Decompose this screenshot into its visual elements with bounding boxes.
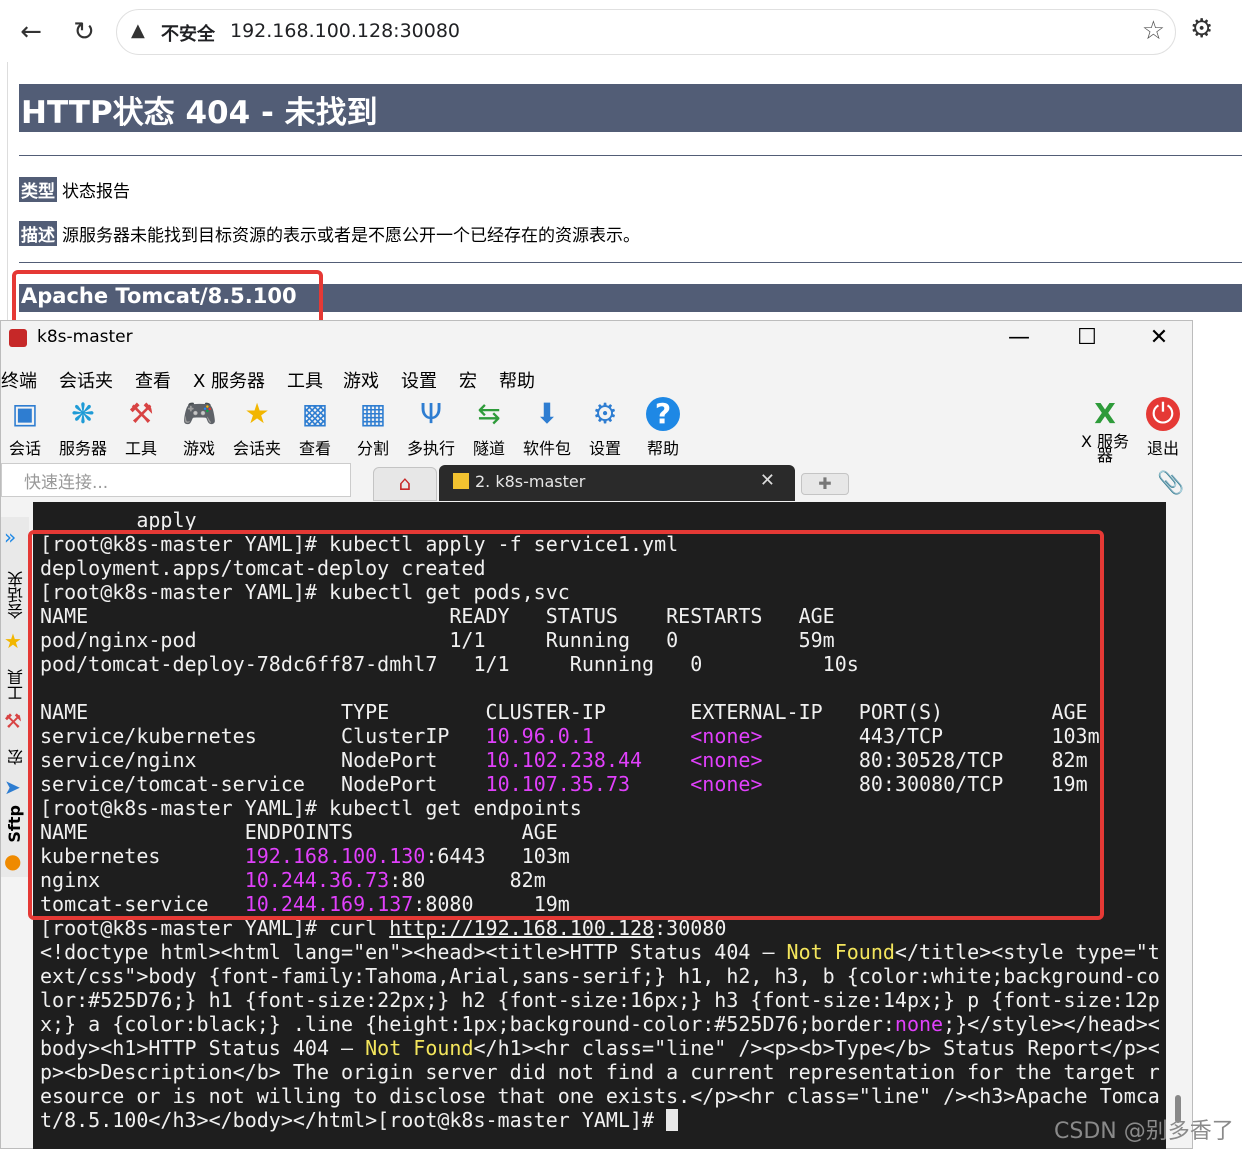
toolbar-packages-button[interactable]: ⬇ 软件包 [519, 393, 575, 459]
servers-icon: ❋ [71, 397, 95, 430]
watermark: CSDN @别多香了 [1054, 1119, 1234, 1144]
reload-icon[interactable]: ↻ [66, 14, 102, 50]
menu-view[interactable]: 查看 [135, 367, 171, 393]
send-icon: ➤ [4, 775, 21, 799]
quick-connect-placeholder: 快速连接... [24, 473, 109, 493]
terminal-tab-icon [453, 473, 469, 489]
address-bar[interactable]: ▲ 不安全 192.168.100.128:30080 ☆ [116, 9, 1176, 55]
new-tab-button[interactable]: ✚ [801, 473, 849, 495]
toolbar-tools-button[interactable]: ⚒ 工具 [113, 393, 169, 459]
toolbar-servers-button[interactable]: ❋ 服务器 [55, 393, 111, 459]
description-value: 源服务器未能找到目标资源的表示或者是不愿公开一个已经存在的资源表示。 [62, 226, 640, 246]
toolbar-games-button[interactable]: 🎮 游戏 [171, 393, 227, 459]
insecure-label: 不安全 [161, 24, 215, 45]
description-label: 描述 [19, 221, 57, 246]
toolbar-label: 设置 [588, 439, 621, 458]
fork-icon: Ψ [419, 397, 443, 430]
toolbar-label: 帮助 [646, 439, 679, 458]
menu-macros[interactable]: 宏 [459, 367, 477, 393]
title-bar: k8s-master — ☐ ✕ [1, 321, 1192, 361]
toolbar-help-button[interactable]: ? 帮助 [635, 393, 691, 459]
menu-settings[interactable]: 设置 [401, 367, 437, 393]
power-icon: ⏻ [1146, 397, 1180, 431]
divider [19, 155, 1242, 156]
back-icon[interactable]: ← [13, 14, 49, 50]
toolbar-exit-button[interactable]: ⏻ 退出 [1135, 393, 1191, 459]
double-chevron-icon[interactable]: » [4, 525, 16, 549]
toolbar-label: 工具 [124, 439, 157, 458]
toolbar-xserver-button[interactable]: XX 服务器 [1077, 393, 1133, 465]
monitor-icon: ▣ [11, 397, 39, 430]
plus-icon: ✚ [818, 474, 832, 493]
home-tab[interactable]: ⌂ [373, 467, 437, 501]
toolbar-tunnel-button[interactable]: ⇆ 隧道 [461, 393, 517, 459]
app-icon [9, 329, 27, 347]
side-sftp-tab[interactable]: Sftp [5, 805, 24, 843]
maximize-icon[interactable]: ☐ [1067, 325, 1107, 350]
toolbar-sessions-button[interactable]: ★ 会话夹 [229, 393, 285, 459]
annotation-box-output [28, 530, 1104, 920]
side-tools-tab[interactable]: 工具 [5, 669, 29, 701]
paperclip-icon[interactable]: 📎 [1157, 471, 1184, 496]
toolbar-label: 分割 [356, 439, 389, 458]
close-tab-icon[interactable]: ✕ [760, 470, 775, 491]
toolbar-label: 服务器 [58, 439, 107, 458]
window-title: k8s-master [37, 327, 133, 347]
toolbar-label: 多执行 [406, 439, 455, 458]
split-icon: ▦ [359, 397, 387, 430]
xserver-icon: X [1094, 397, 1116, 430]
view-icon: ▩ [301, 397, 329, 430]
toolbar: ▣ 会话 ❋ 服务器 ⚒ 工具 🎮 游戏 ★ 会话夹 ▩ 查看 ▦ 分割 Ψ 多执行 ⇆ 隧道 ⬇… [0, 393, 1192, 465]
quick-connect-input[interactable]: 快速连接... [1, 463, 351, 497]
page-title: HTTP状态 404 - 未找到 [21, 95, 378, 131]
session-tab-label: 2. k8s-master [475, 472, 586, 491]
package-icon: ⬇ [535, 397, 559, 430]
side-macros-tab[interactable]: 宏 [5, 749, 29, 765]
menu-games[interactable]: 游戏 [343, 367, 379, 393]
toolbar-label: 软件包 [522, 439, 571, 458]
toolbar-label: 会话夹 [232, 439, 281, 458]
close-icon[interactable]: ✕ [1139, 325, 1179, 350]
gamepad-icon: 🎮 [182, 397, 217, 430]
side-panel: » 会话夹 ★ 工具 ⚒ 宏 ➤ Sftp ● [1, 517, 29, 877]
session-tab[interactable]: 2. k8s-master ✕ [439, 465, 795, 501]
star-icon: ★ [4, 629, 22, 653]
help-icon: ? [646, 397, 680, 431]
toolbar-settings-button[interactable]: ⚙ 设置 [577, 393, 633, 459]
star-icon: ★ [244, 397, 270, 430]
toolbar-label: 隧道 [472, 439, 505, 458]
url-text: 192.168.100.128:30080 [230, 20, 461, 42]
home-icon: ⌂ [398, 471, 412, 495]
tools-icon: ⚒ [128, 397, 154, 430]
browser-toolbar: ← ↻ ▲ 不安全 192.168.100.128:30080 ☆ ⚙ [0, 0, 1242, 60]
menu-xserver[interactable]: X 服务器 [193, 367, 265, 393]
side-sessions-tab[interactable]: 会话夹 [5, 571, 29, 619]
toolbar-label: 查看 [298, 439, 331, 458]
minimize-icon[interactable]: — [999, 325, 1039, 350]
sftp-icon: ● [4, 849, 22, 873]
menu-tools[interactable]: 工具 [287, 367, 323, 393]
gear-icon: ⚙ [592, 397, 618, 430]
menu-sessions[interactable]: 会话夹 [59, 367, 113, 393]
exit-label: 退出 [1146, 439, 1179, 458]
warning-icon: ▲ [131, 20, 145, 41]
tools-icon: ⚒ [4, 709, 22, 733]
bookmark-star-icon[interactable]: ☆ [1142, 16, 1165, 46]
toolbar-split-button[interactable]: ▦ 分割 [345, 393, 401, 459]
toolbar-view-button[interactable]: ▩ 查看 [287, 393, 343, 459]
menu-bar: 终端 会话夹 查看 X 服务器 工具 游戏 设置 宏 帮助 [1, 363, 1192, 393]
menu-help[interactable]: 帮助 [499, 367, 535, 393]
toolbar-session-button[interactable]: ▣ 会话 [0, 393, 53, 459]
xserver-label: X 服务器 [1080, 432, 1130, 465]
toolbar-label: 游戏 [182, 439, 215, 458]
toolbar-multiexec-button[interactable]: Ψ 多执行 [403, 393, 459, 459]
extensions-icon[interactable]: ⚙ [1190, 14, 1213, 44]
toolbar-label: 会话 [8, 439, 41, 458]
menu-terminal[interactable]: 终端 [1, 367, 37, 393]
divider [19, 262, 1242, 263]
type-label: 类型 [19, 177, 57, 202]
type-value: 状态报告 [62, 182, 130, 202]
tunnel-icon: ⇆ [477, 397, 501, 430]
